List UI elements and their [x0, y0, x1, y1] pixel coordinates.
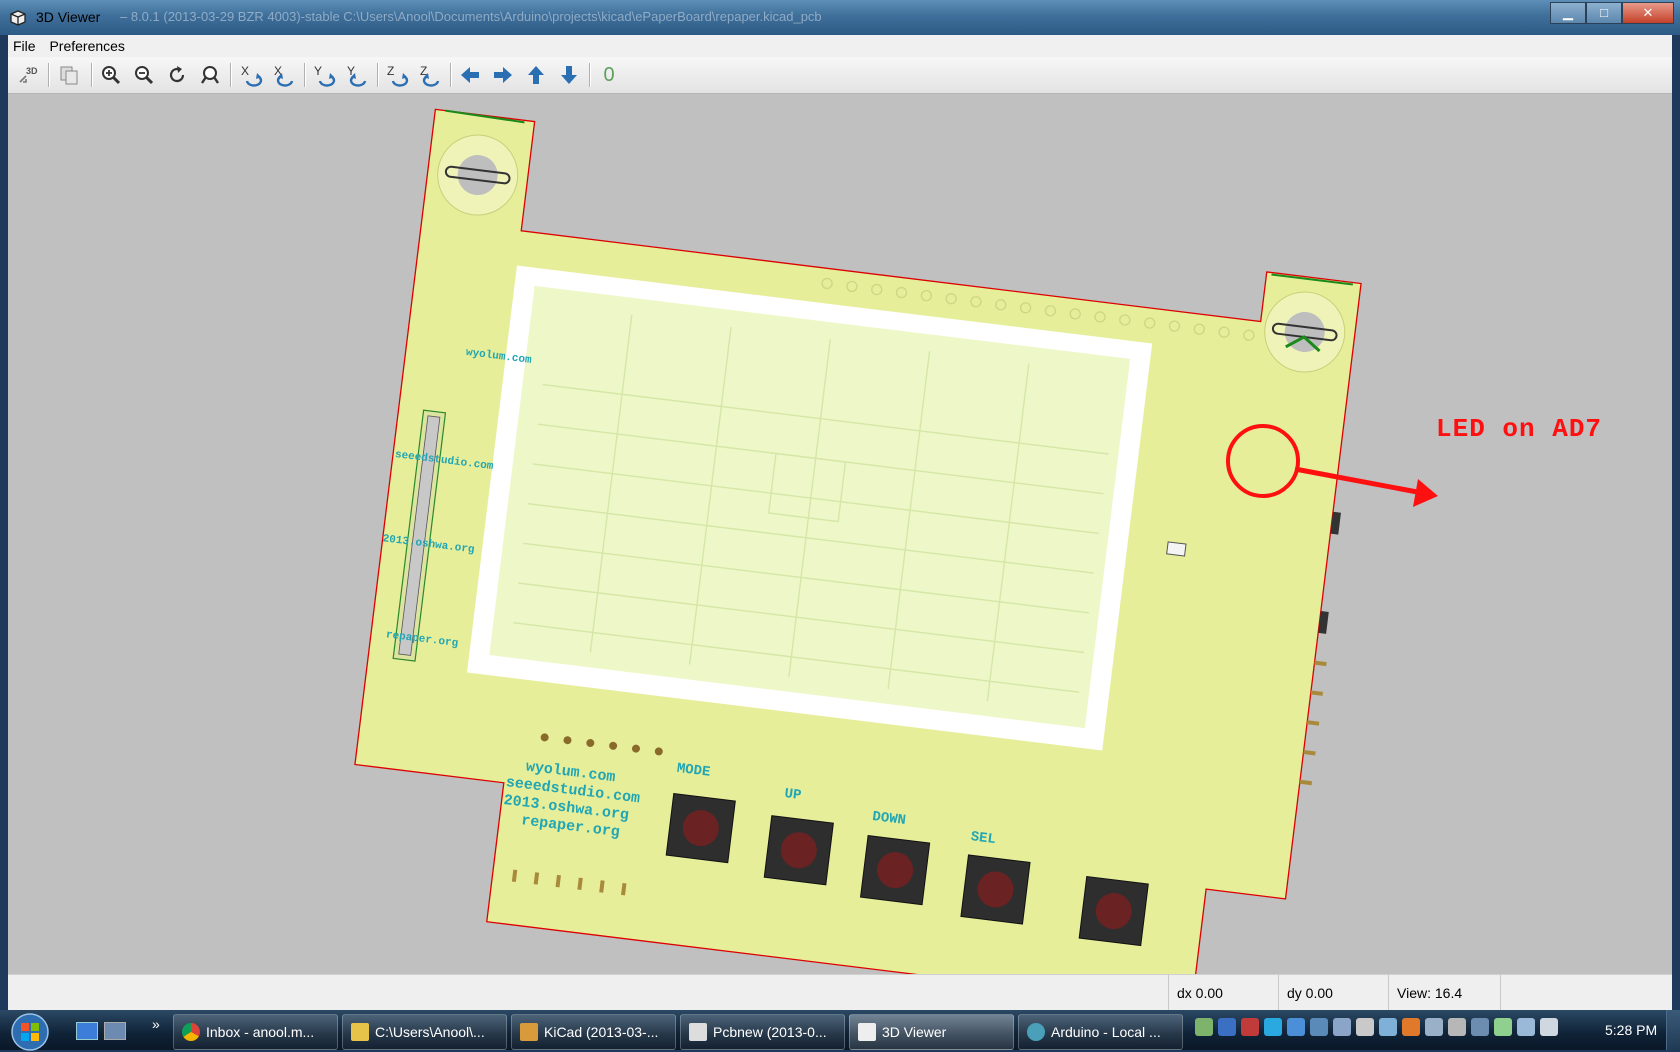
move-right-button[interactable] — [490, 63, 516, 87]
windows-start-icon[interactable] — [6, 1012, 54, 1052]
rotate-x-pos-icon: X — [241, 64, 263, 87]
dropbox-tray-icon[interactable] — [1287, 1018, 1305, 1036]
minimize-button[interactable]: ▁ — [1550, 2, 1586, 24]
rotate-x-pos-button[interactable]: X — [238, 63, 264, 87]
show-desktop-button[interactable] — [1666, 1010, 1680, 1050]
clock[interactable]: 5:28 PM — [1605, 1022, 1657, 1038]
taskbar: » Inbox - anool.m... C:\Users\Anool\... … — [0, 1010, 1680, 1052]
close-button[interactable]: ✕ — [1622, 2, 1674, 24]
move-left-icon — [461, 67, 479, 83]
move-up-button[interactable] — [523, 63, 549, 87]
3d-viewer-icon — [858, 1023, 876, 1041]
rotate-y-neg-icon: Y — [347, 64, 367, 87]
taskbar-button-inbox[interactable]: Inbox - anool.m... — [173, 1014, 338, 1050]
pcbnew-icon — [689, 1023, 707, 1041]
show-desktop-icon[interactable] — [76, 1022, 98, 1040]
rotate-x-neg-button[interactable]: X — [271, 63, 297, 87]
3d-reload-icon: 3D — [19, 66, 38, 83]
window-title: 3D Viewer — [36, 9, 101, 25]
status-dy: dy 0.00 — [1278, 975, 1387, 1011]
redraw-icon — [169, 66, 185, 83]
zoom-out-icon — [135, 66, 154, 85]
device-tray-icon[interactable] — [1333, 1018, 1351, 1036]
taskbar-button-explorer[interactable]: C:\Users\Anool\... — [342, 1014, 507, 1050]
ortho-icon: 0 — [603, 63, 615, 86]
volume-tray-icon[interactable] — [1540, 1018, 1558, 1036]
move-left-button[interactable] — [457, 63, 483, 87]
quicklaunch-overflow[interactable]: » — [152, 1016, 160, 1032]
status-dx: dx 0.00 — [1168, 975, 1277, 1011]
copy-button[interactable] — [56, 63, 82, 87]
menu-preferences[interactable]: Preferences — [44, 35, 129, 57]
rotate-y-neg-button[interactable]: Y — [344, 63, 370, 87]
window-controls: ▁ □ ✕ — [1550, 2, 1674, 24]
menu-file[interactable]: File — [8, 35, 41, 57]
usb-tray-icon[interactable] — [1356, 1018, 1374, 1036]
status-empty — [1500, 975, 1669, 1011]
monitor-tray-icon[interactable] — [1425, 1018, 1443, 1036]
chrome-icon — [182, 1023, 200, 1041]
taskbar-button-pcbnew[interactable]: Pcbnew (2013-0... — [680, 1014, 845, 1050]
svg-text:Y: Y — [314, 64, 322, 78]
wifi-tray-icon[interactable] — [1471, 1018, 1489, 1036]
title-bar: 3D Viewer – 8.0.1 (2013-03-29 BZR 4003)-… — [0, 0, 1680, 35]
move-up-icon — [528, 66, 544, 84]
rotate-y-pos-button[interactable]: Y — [311, 63, 337, 87]
annotation-label: LED on AD7 — [1436, 414, 1603, 444]
display-tray-icon[interactable] — [1379, 1018, 1397, 1036]
toolbar: 3D X X Y Y Z Z 0 — [8, 57, 1672, 94]
copy-icon — [60, 66, 78, 85]
sync-tray-icon[interactable] — [1310, 1018, 1328, 1036]
rotate-x-neg-icon: X — [274, 64, 294, 87]
zoom-fit-icon — [201, 66, 219, 84]
rotate-z-neg-button[interactable]: Z — [417, 63, 443, 87]
3d-reload-button[interactable]: 3D — [16, 63, 42, 87]
svg-text:3D: 3D — [26, 66, 38, 76]
kicad-icon — [520, 1023, 538, 1041]
battery-tray-icon[interactable] — [1494, 1018, 1512, 1036]
rotate-z-pos-button[interactable]: Z — [384, 63, 410, 87]
window-title-path: – 8.0.1 (2013-03-29 BZR 4003)-stable C:\… — [120, 9, 822, 24]
3d-viewport[interactable]: wyolum.com seeedstudio.com 2013.oshwa.or… — [8, 94, 1672, 974]
move-down-button[interactable] — [556, 63, 582, 87]
skype-tray-icon[interactable] — [1264, 1018, 1282, 1036]
taskbar-button-arduino[interactable]: Arduino - Local ... — [1018, 1014, 1183, 1050]
app-tray-icon[interactable] — [1402, 1018, 1420, 1036]
antivirus-tray-icon[interactable] — [1241, 1018, 1259, 1036]
network-tray-icon[interactable] — [1195, 1018, 1213, 1036]
pcb-render: wyolum.com seeedstudio.com 2013.oshwa.or… — [354, 108, 1438, 974]
network-status-tray-icon[interactable] — [1517, 1018, 1535, 1036]
3d-viewer-icon — [10, 10, 26, 26]
svg-text:X: X — [241, 64, 249, 78]
menu-bar: File Preferences — [8, 35, 1672, 57]
label-sel: SEL — [970, 829, 997, 848]
folder-icon — [351, 1023, 369, 1041]
svg-text:Z: Z — [387, 64, 394, 78]
label-up: UP — [784, 786, 803, 804]
rotate-z-pos-icon: Z — [387, 64, 409, 87]
arduino-icon — [1027, 1023, 1045, 1041]
system-tray — [1195, 1018, 1558, 1042]
status-view: View: 16.4 — [1388, 975, 1497, 1011]
maximize-button[interactable]: □ — [1586, 2, 1622, 24]
zoom-fit-button[interactable] — [197, 63, 223, 87]
zoom-in-icon — [102, 66, 121, 85]
ortho-button[interactable]: 0 — [596, 63, 622, 87]
taskbar-button-3d-viewer[interactable]: 3D Viewer — [849, 1014, 1014, 1050]
keyboard-tray-icon[interactable] — [1448, 1018, 1466, 1036]
taskbar-button-kicad[interactable]: KiCad (2013-03-... — [511, 1014, 676, 1050]
move-down-icon — [561, 66, 577, 84]
zoom-out-button[interactable] — [131, 63, 157, 87]
status-bar: dx 0.00 dy 0.00 View: 16.4 — [8, 974, 1672, 1011]
led-ad7 — [1166, 541, 1187, 557]
rotate-z-neg-icon: Z — [420, 64, 440, 87]
switch-windows-icon[interactable] — [104, 1022, 126, 1040]
move-right-icon — [494, 67, 512, 83]
redraw-button[interactable] — [164, 63, 190, 87]
rotate-y-pos-icon: Y — [314, 64, 336, 87]
window-client: File Preferences 3D X X Y Y Z Z 0 wyolum… — [8, 35, 1672, 1011]
bluetooth-tray-icon[interactable] — [1218, 1018, 1236, 1036]
zoom-in-button[interactable] — [98, 63, 124, 87]
